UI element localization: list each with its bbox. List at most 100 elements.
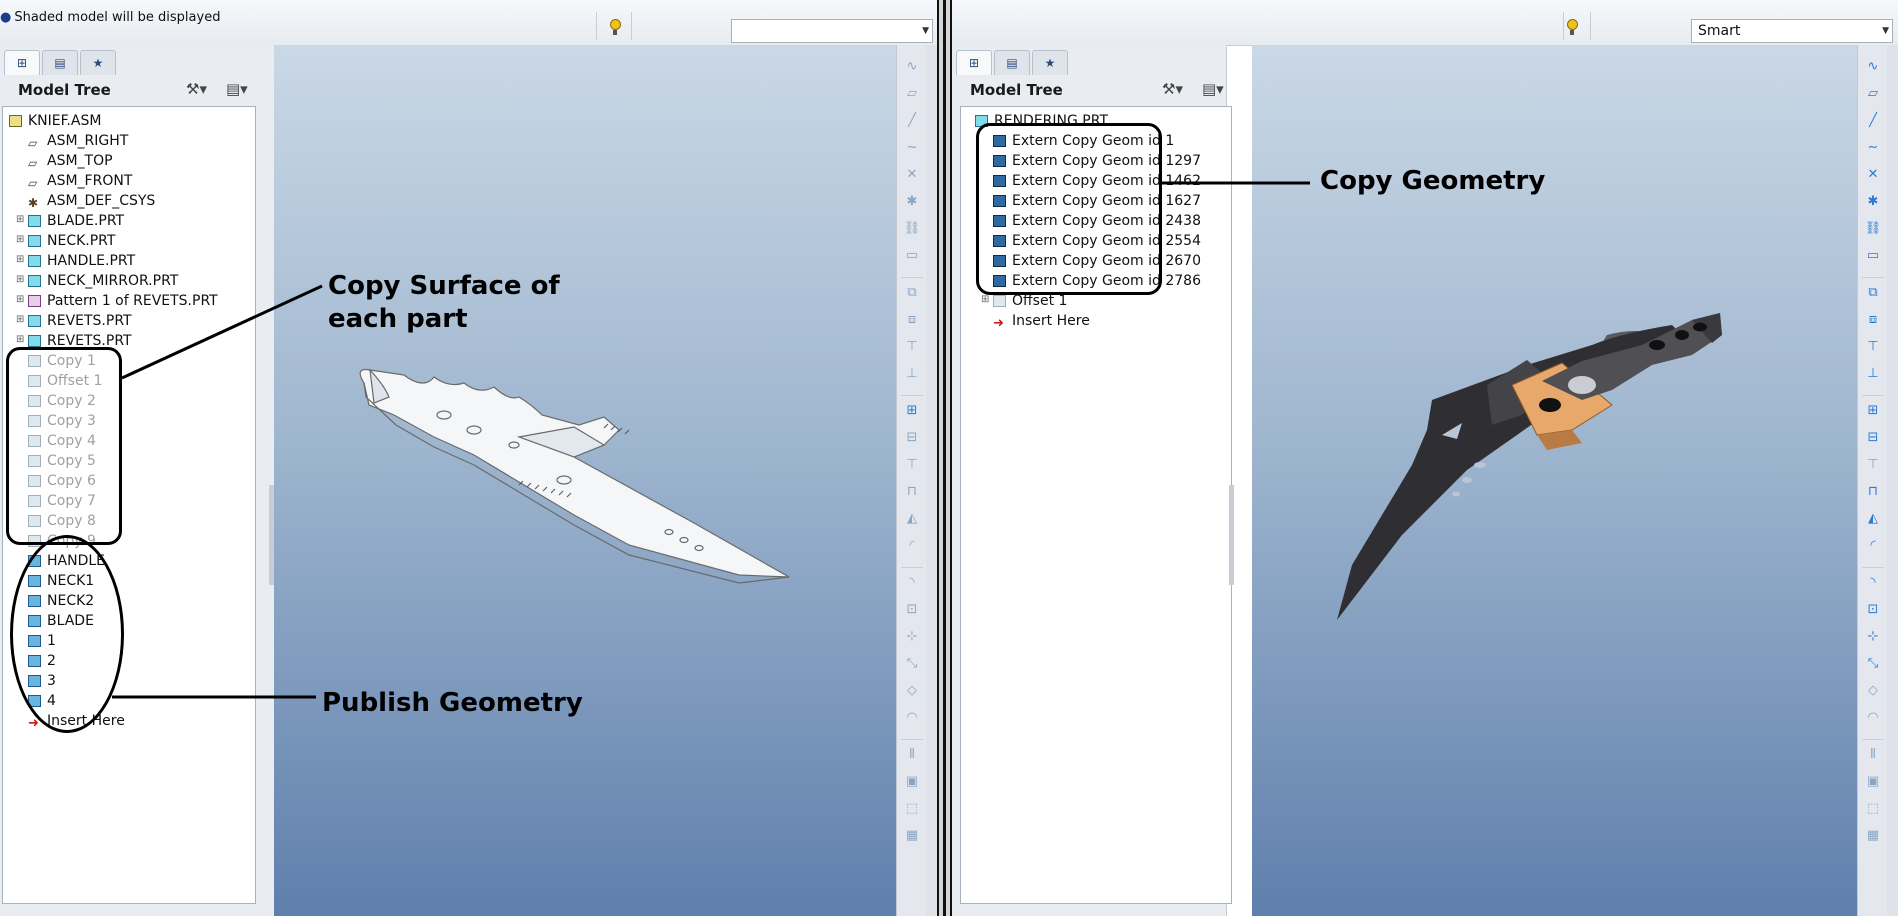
feature-tool-icon[interactable]: ╱ <box>1864 113 1882 129</box>
feature-tool-icon[interactable]: ▣ <box>903 774 921 790</box>
tree-item[interactable]: ▱ ASM_RIGHT <box>28 131 128 151</box>
window-divider <box>937 0 952 916</box>
feature-tool-icon[interactable]: ◜ <box>903 538 921 554</box>
feature-tool-icon[interactable]: ⊓ <box>1864 484 1882 500</box>
expand-toggle-icon[interactable]: ⊞ <box>16 254 24 265</box>
feature-tool-icon[interactable]: ⊤ <box>903 457 921 473</box>
feature-tool-icon[interactable]: ⛓ <box>1864 221 1882 237</box>
feature-tool-icon[interactable]: ◝ <box>1864 575 1882 591</box>
feature-tool-icon[interactable]: ⊥ <box>1864 366 1882 382</box>
tree-item[interactable]: REVETS.PRT <box>28 311 132 331</box>
expand-toggle-icon[interactable]: ⊞ <box>16 214 24 225</box>
feature-tool-icon[interactable]: ◝ <box>903 575 921 591</box>
splitter-handle[interactable] <box>1229 485 1234 585</box>
feature-tool-icon[interactable]: ⊤ <box>1864 339 1882 355</box>
feature-tool-icon[interactable]: ⊤ <box>903 339 921 355</box>
feature-tool-icon[interactable]: ▦ <box>1864 828 1882 844</box>
feature-tool-icon[interactable]: ⬚ <box>1864 801 1882 817</box>
feature-tool-icon[interactable]: ⊡ <box>903 602 921 618</box>
tree-settings-icon[interactable]: ⚒▾ <box>186 80 207 98</box>
display-style-select[interactable]: ▼ <box>731 19 933 43</box>
tree-item[interactable]: KNIEF.ASM <box>9 111 101 131</box>
feature-tool-icon[interactable]: ✱ <box>1864 194 1882 210</box>
feature-tool-icon[interactable]: ▦ <box>903 828 921 844</box>
insert-here-arrow-icon: ➜ <box>993 316 1004 331</box>
expand-toggle-icon[interactable]: ⊞ <box>981 294 989 305</box>
part-icon <box>28 255 41 267</box>
tree-item[interactable]: ✱ ASM_DEF_CSYS <box>28 191 155 211</box>
feature-tool-icon[interactable]: ⫴ <box>903 747 921 763</box>
feature-tool-icon[interactable]: ⧈ <box>1864 312 1882 328</box>
feature-tool-icon[interactable]: ∿ <box>903 59 921 75</box>
tree-item[interactable]: NECK_MIRROR.PRT <box>28 271 178 291</box>
feature-tool-icon[interactable]: ✱ <box>903 194 921 210</box>
tab-folder-browser[interactable]: ▤ <box>994 50 1030 75</box>
feature-tool-icon[interactable]: ⫴ <box>1864 747 1882 763</box>
tree-settings-icon[interactable]: ⚒▾ <box>1162 80 1183 98</box>
expand-toggle-icon[interactable]: ⊞ <box>16 234 24 245</box>
tree-item[interactable]: HANDLE.PRT <box>28 251 135 271</box>
feature-tool-icon[interactable]: ∼ <box>903 140 921 156</box>
part-icon <box>28 235 41 247</box>
expand-toggle-icon[interactable]: ⊞ <box>16 294 24 305</box>
dropdown-arrow-icon: ▼ <box>1882 26 1889 36</box>
tree-item[interactable]: Pattern 1 of REVETS.PRT <box>28 291 218 311</box>
part-icon <box>28 315 41 327</box>
feature-tool-icon[interactable]: ⊓ <box>903 484 921 500</box>
feature-tool-icon[interactable]: ⊡ <box>1864 602 1882 618</box>
feature-tool-icon[interactable]: ⊹ <box>903 629 921 645</box>
feature-tool-icon[interactable]: ◜ <box>1864 538 1882 554</box>
feature-tool-icon[interactable]: ⤡ <box>903 656 921 672</box>
tree-item[interactable]: BLADE.PRT <box>28 211 124 231</box>
feature-tool-icon[interactable]: ⛓ <box>903 221 921 237</box>
feature-tool-icon[interactable]: ╱ <box>903 113 921 129</box>
feature-tool-icon[interactable]: ◇ <box>903 683 921 699</box>
expand-toggle-icon[interactable]: ⊞ <box>16 274 24 285</box>
feature-tool-icon[interactable]: ⧉ <box>1864 285 1882 301</box>
expand-toggle-icon[interactable]: ⊞ <box>16 314 24 325</box>
lightbulb-icon[interactable] <box>605 16 625 38</box>
feature-tool-icon[interactable]: ◭ <box>1864 511 1882 527</box>
tab-model-tree[interactable]: ⊞ <box>4 50 40 75</box>
feature-tool-icon[interactable]: ▣ <box>1864 774 1882 790</box>
feature-tool-icon[interactable]: ✕ <box>1864 167 1882 183</box>
feature-tool-icon[interactable]: ∼ <box>1864 140 1882 156</box>
feature-tool-icon[interactable]: ⊟ <box>903 430 921 446</box>
feature-tool-icon[interactable]: ⤡ <box>1864 656 1882 672</box>
tab-folder-browser[interactable]: ▤ <box>42 50 78 75</box>
feature-tool-icon[interactable]: ⊤ <box>1864 457 1882 473</box>
graphics-viewport-left[interactable] <box>274 45 896 916</box>
feature-tool-icon[interactable]: ◠ <box>903 710 921 726</box>
tree-columns-icon[interactable]: ▤▾ <box>1202 80 1224 98</box>
feature-tool-icon[interactable]: ◠ <box>1864 710 1882 726</box>
expand-toggle-icon[interactable]: ⊞ <box>16 334 24 345</box>
tree-item[interactable]: ▱ ASM_TOP <box>28 151 113 171</box>
feature-tool-icon[interactable]: ⧈ <box>903 312 921 328</box>
feature-tool-icon[interactable]: ⊟ <box>1864 430 1882 446</box>
feature-tool-icon[interactable]: ⬚ <box>903 801 921 817</box>
feature-tool-icon[interactable]: ▭ <box>903 248 921 264</box>
feature-tool-icon[interactable]: ▱ <box>1864 86 1882 102</box>
message-bar: ● Shaded model will be displayed ▼ <box>0 0 937 46</box>
feature-tool-icon[interactable]: ⊞ <box>1864 403 1882 419</box>
feature-tool-icon[interactable]: ∿ <box>1864 59 1882 75</box>
feature-tool-icon[interactable]: ⊥ <box>903 366 921 382</box>
feature-tool-icon[interactable]: ⊞ <box>903 403 921 419</box>
feature-tool-icon[interactable]: ◇ <box>1864 683 1882 699</box>
tab-favorites[interactable]: ★ <box>80 50 116 75</box>
feature-tool-icon[interactable]: ✕ <box>903 167 921 183</box>
feature-tool-icon[interactable]: ⊹ <box>1864 629 1882 645</box>
tab-model-tree[interactable]: ⊞ <box>956 50 992 75</box>
tab-favorites[interactable]: ★ <box>1032 50 1068 75</box>
lightbulb-icon[interactable] <box>1562 16 1582 38</box>
selection-filter-select[interactable]: Smart ▼ <box>1691 19 1893 43</box>
feature-tool-icon[interactable]: ▭ <box>1864 248 1882 264</box>
feature-tool-icon[interactable]: ⧉ <box>903 285 921 301</box>
tree-item[interactable]: NECK.PRT <box>28 231 115 251</box>
feature-tool-icon[interactable]: ▱ <box>903 86 921 102</box>
tree-item[interactable]: ▱ ASM_FRONT <box>28 171 132 191</box>
feature-tool-icon[interactable]: ◭ <box>903 511 921 527</box>
tree-columns-icon[interactable]: ▤▾ <box>226 80 248 98</box>
copy-geometry-highlight-frame <box>976 123 1162 295</box>
tree-item[interactable]: ➜ Insert Here <box>993 311 1090 331</box>
